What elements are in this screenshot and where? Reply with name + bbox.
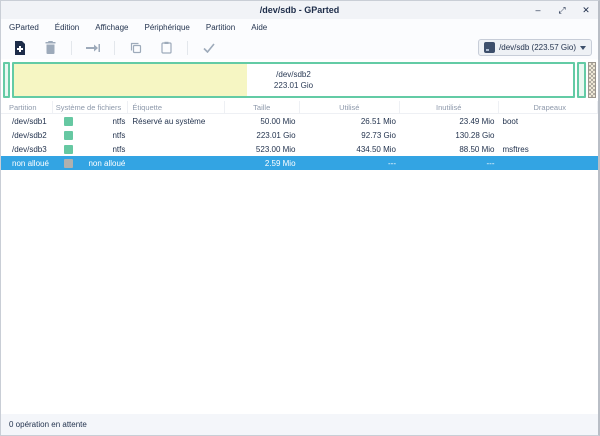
filesystem-name: non alloué	[73, 159, 129, 168]
copy-icon	[130, 42, 142, 54]
filesystem-name: ntfs	[73, 131, 129, 140]
toolbar-separator	[71, 41, 72, 55]
column-header-flags[interactable]: Drapeaux	[499, 101, 599, 113]
partition-unused: 23.49 Mio	[400, 117, 499, 126]
check-icon	[203, 43, 215, 53]
menu-peripherique[interactable]: Périphérique	[144, 23, 189, 32]
sdb2-label: /dev/sdb2 223.01 Gio	[14, 69, 573, 91]
disk-segment-sdb2[interactable]: /dev/sdb2 223.01 Gio	[12, 62, 575, 98]
menu-partition[interactable]: Partition	[206, 23, 235, 32]
partition-label: Réservé au système	[128, 117, 225, 126]
partition-flags: msftres	[499, 145, 599, 154]
restore-icon[interactable]: ⤢	[556, 4, 568, 16]
disk-visual-area: /dev/sdb2 223.01 Gio	[1, 59, 598, 101]
partition-size: 50.00 Mio	[225, 117, 300, 126]
window-controls: – ⤢ ✕	[532, 1, 592, 19]
toolbar: /dev/sdb (223.57 Gio)	[1, 36, 598, 59]
partition-name: /dev/sdb1	[1, 117, 53, 126]
disk-segment-unallocated[interactable]	[588, 62, 596, 98]
partition-size: 2.59 Mio	[225, 159, 300, 168]
column-header-used[interactable]: Utilisé	[300, 101, 400, 113]
statusbar: 0 opération en attente	[1, 414, 598, 435]
disk-segment-sdb3[interactable]	[577, 62, 586, 98]
new-partition-button[interactable]	[10, 39, 30, 57]
filesystem-color-swatch	[64, 131, 73, 140]
partition-unused: 88.50 Mio	[400, 145, 499, 154]
device-selector-label: /dev/sdb (223.57 Gio)	[499, 43, 576, 52]
resize-move-button[interactable]	[83, 39, 103, 57]
toolbar-separator	[114, 41, 115, 55]
partition-used: 26.51 Mio	[300, 117, 400, 126]
disk-segment-sdb1[interactable]	[3, 62, 10, 98]
partition-name: non alloué	[1, 159, 53, 168]
column-header-label[interactable]: Étiquette	[128, 101, 225, 113]
trash-icon	[45, 41, 56, 54]
partition-used: 92.73 Gio	[300, 131, 400, 140]
delete-partition-button[interactable]	[40, 39, 60, 57]
table-row[interactable]: /dev/sdb1 ntfs Réservé au système 50.00 …	[1, 114, 598, 128]
menu-affichage[interactable]: Affichage	[95, 23, 128, 32]
table-row-selected[interactable]: non alloué non alloué 2.59 Mio --- ---	[1, 156, 598, 170]
pending-operations-status: 0 opération en attente	[9, 420, 87, 429]
partition-name: /dev/sdb3	[1, 145, 53, 154]
table-row[interactable]: /dev/sdb2 ntfs 223.01 Gio 92.73 Gio 130.…	[1, 128, 598, 142]
column-header-partition[interactable]: Partition	[1, 101, 53, 113]
drive-icon	[484, 42, 495, 53]
resize-arrow-icon	[86, 43, 100, 53]
filesystem-color-swatch	[64, 117, 73, 126]
column-header-filesystem[interactable]: Système de fichiers	[53, 101, 129, 113]
column-header-size[interactable]: Taille	[225, 101, 300, 113]
device-selector[interactable]: /dev/sdb (223.57 Gio)	[478, 39, 592, 56]
close-icon[interactable]: ✕	[580, 4, 592, 16]
apply-operations-button[interactable]	[199, 39, 219, 57]
menu-aide[interactable]: Aide	[251, 23, 267, 32]
partition-unused: ---	[400, 159, 499, 168]
menubar: GParted Édition Affichage Périphérique P…	[1, 19, 598, 36]
filesystem-color-swatch	[64, 145, 73, 154]
filesystem-name: ntfs	[73, 117, 129, 126]
filesystem-color-swatch	[64, 159, 73, 168]
titlebar: /dev/sdb - GParted – ⤢ ✕	[1, 1, 598, 19]
new-partition-icon	[14, 41, 26, 55]
table-row[interactable]: /dev/sdb3 ntfs 523.00 Mio 434.50 Mio 88.…	[1, 142, 598, 156]
menu-edition[interactable]: Édition	[55, 23, 79, 32]
partition-size: 523.00 Mio	[225, 145, 300, 154]
table-header: Partition Système de fichiers Étiquette …	[1, 101, 598, 114]
column-header-unused[interactable]: Inutilisé	[400, 101, 498, 113]
partition-used: 434.50 Mio	[300, 145, 400, 154]
partition-flags: boot	[499, 117, 599, 126]
paste-button[interactable]	[156, 39, 176, 57]
copy-button[interactable]	[126, 39, 146, 57]
partition-size: 223.01 Gio	[225, 131, 300, 140]
empty-area	[1, 170, 598, 414]
toolbar-separator	[187, 41, 188, 55]
partition-table: Partition Système de fichiers Étiquette …	[1, 101, 598, 170]
filesystem-name: ntfs	[73, 145, 129, 154]
menu-gparted[interactable]: GParted	[9, 23, 39, 32]
chevron-down-icon	[580, 46, 586, 50]
paste-icon	[161, 41, 172, 54]
partition-used: ---	[300, 159, 400, 168]
partition-unused: 130.28 Gio	[400, 131, 499, 140]
window-title: /dev/sdb - GParted	[1, 5, 598, 15]
minimize-icon[interactable]: –	[532, 4, 544, 16]
partition-name: /dev/sdb2	[1, 131, 53, 140]
disk-bar: /dev/sdb2 223.01 Gio	[3, 62, 596, 98]
gparted-window: /dev/sdb - GParted – ⤢ ✕ GParted Édition…	[0, 0, 600, 436]
